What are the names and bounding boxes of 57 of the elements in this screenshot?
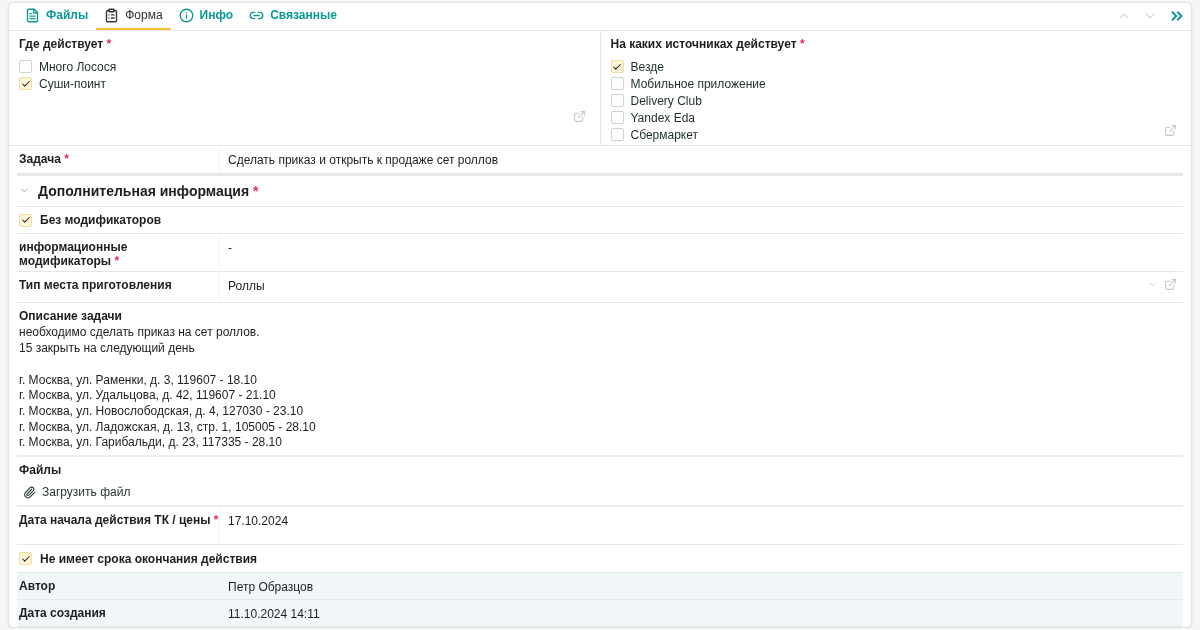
field-label: Описание задачи (19, 309, 123, 324)
field-value: 11.10.2024 14:11 (228, 607, 320, 621)
check-icon (20, 553, 31, 564)
field-label: Где действует * (19, 36, 113, 51)
checkbox[interactable] (610, 60, 624, 74)
field-label: Тип места приготовления (17, 272, 220, 303)
required-mark: * (213, 513, 219, 528)
field-label: информационные модификаторы * (17, 234, 220, 272)
option-label: Мобильное приложение (630, 76, 766, 91)
tab[interactable]: Форма (96, 3, 171, 30)
check-icon (20, 78, 31, 89)
field-value: - (228, 241, 232, 256)
checkbox[interactable] (19, 77, 32, 91)
field-label: Файлы (19, 463, 63, 478)
field-label: Задача * (17, 145, 220, 173)
field-value: Петр Образцов (228, 580, 314, 594)
section-header[interactable]: Дополнительная информация * (17, 175, 1183, 207)
required-mark: * (64, 151, 69, 166)
required-mark: * (253, 182, 259, 199)
checkbox[interactable] (19, 552, 32, 566)
clipboard-icon (104, 7, 120, 23)
checkbox[interactable] (19, 213, 32, 227)
external-link-icon[interactable] (1164, 278, 1177, 292)
tab[interactable]: Инфо (170, 3, 242, 30)
checkbox[interactable] (19, 60, 32, 74)
checkbox[interactable] (610, 128, 624, 142)
checkbox[interactable] (610, 111, 624, 125)
field-value: Сделать приказ и открыть к продаже сет роллов (228, 152, 499, 167)
description-text: необходимо сделать приказ на сет роллов. 15 закрыть на следующий день г. Москва, ул. Раменки, д. 3, 119607 - 18.10 г. Москва, ул. Удальцова, д. 42, 119607 - 21.10 г. Москва, ул. Новослободская, д. 4, 127030 - 23.10 г. Москва, ул. Ладожская, д. 13, стр. 1, 105005 - 28.10 г. Москва, ул. Гарибальди, д. 23, 117335 - 28.10 (19, 325, 317, 452)
paperclip-icon (23, 485, 36, 499)
check-icon (20, 215, 31, 225)
required-mark: * (799, 36, 805, 51)
option-label: Много Лосося (39, 59, 117, 74)
option-label: Delivery Club (630, 93, 702, 108)
field-label: Автор (17, 573, 220, 599)
checkbox-label: Без модификаторов (40, 213, 162, 227)
checkbox[interactable] (610, 77, 624, 91)
section-title: Дополнительная информация * (38, 182, 259, 199)
field-label: Дата создания (17, 600, 220, 626)
info-icon (178, 7, 194, 23)
field-label: На каких источниках действует * (610, 36, 806, 51)
external-link-icon[interactable] (572, 109, 586, 123)
checkbox[interactable] (610, 94, 624, 108)
field-value: 17.10.2024 (228, 514, 289, 529)
external-link-icon[interactable] (1164, 123, 1177, 137)
option-label: Суши-поинт (39, 76, 106, 91)
upload-file-link[interactable]: Загрузить файл (19, 485, 1181, 500)
required-mark: * (106, 36, 112, 51)
field-label: Дата начала действия ТК / цены * (17, 507, 220, 545)
check-icon (612, 61, 622, 72)
required-mark: * (114, 254, 120, 269)
file-icon (25, 7, 40, 23)
option-label: Везде (630, 59, 664, 74)
option-label: Yandex Eda (630, 110, 695, 125)
select-value[interactable]: Роллы (228, 279, 265, 294)
checkbox-label: Не имеет срока окончания действия (40, 551, 257, 566)
option-label: Сбермаркет (630, 127, 698, 142)
